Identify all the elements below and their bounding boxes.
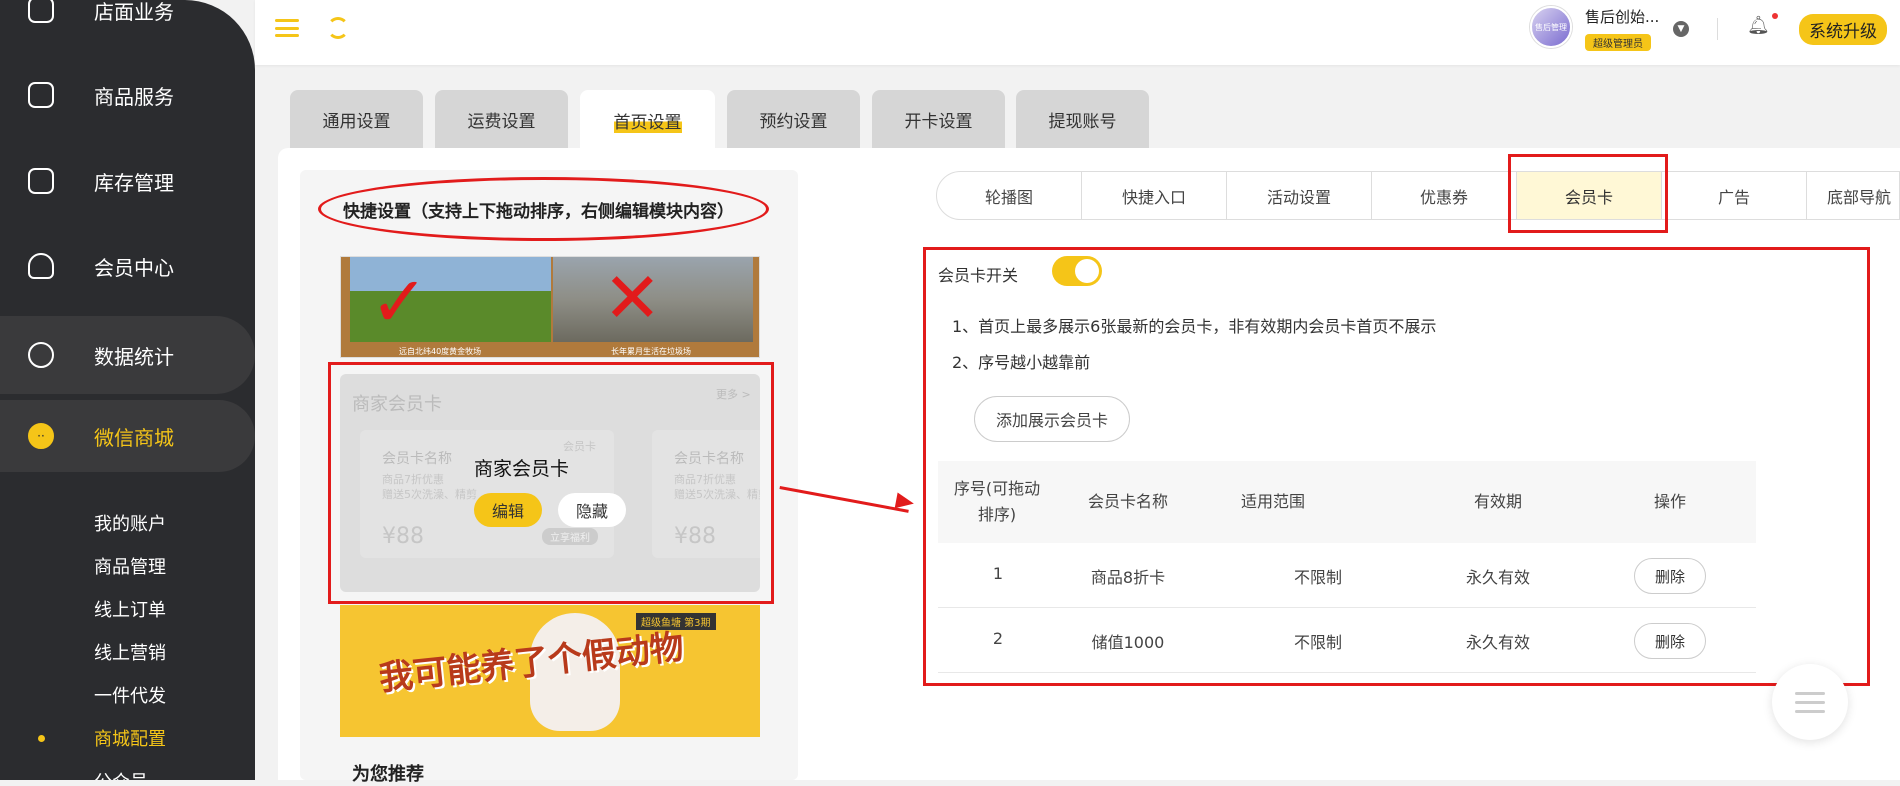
bag-icon	[28, 82, 54, 108]
cell-no: 2	[992, 629, 1004, 648]
subtab-coupon[interactable]: 优惠券	[1372, 172, 1517, 219]
column-header: 操作	[1653, 492, 1686, 511]
switch-label: 会员卡开关	[938, 266, 1019, 285]
toggle-knob	[1075, 259, 1099, 283]
sidebar-item-label: 库存管理	[94, 170, 174, 195]
cell-scope: 不限制	[1293, 633, 1342, 652]
tab-withdraw-account[interactable]: 提现账号	[1016, 90, 1149, 148]
cell-name: 储值1000	[1091, 633, 1165, 652]
avatar-text: 售后管理	[1535, 22, 1567, 32]
annotation-box	[328, 362, 774, 604]
wechat-icon: ··	[28, 423, 54, 449]
sidebar-item-label: 微信商城	[94, 425, 174, 450]
cell-scope: 不限制	[1293, 568, 1342, 587]
tab-shipping[interactable]: 运费设置	[435, 90, 568, 148]
subtab-carousel[interactable]: 轮播图	[937, 172, 1082, 219]
column-header: 适用范围	[1240, 492, 1305, 511]
cell-name: 商品8折卡	[1090, 568, 1166, 587]
recommend-title: 为您推荐	[352, 764, 424, 785]
upgrade-button[interactable]: 系统升级	[1799, 14, 1887, 45]
cross-mark: ✕	[603, 257, 662, 339]
tab-card-opening[interactable]: 开卡设置	[872, 90, 1005, 148]
notification-dot	[1772, 13, 1778, 19]
sidebar-item-label: 店面业务	[94, 0, 174, 24]
banner-caption: 远自北纬40度黄金牧场	[399, 347, 482, 356]
annotation-arrow-head	[894, 492, 916, 512]
sidebar-item-label: 数据统计	[94, 344, 174, 369]
banner-caption: 长年累月生活在垃圾场	[611, 347, 691, 356]
menu-icon[interactable]	[275, 19, 299, 37]
table-header: 序号(可拖动排序) 会员卡名称 适用范围 有效期 操作	[938, 461, 1756, 543]
table-row[interactable]: 2 储值1000 不限制 永久有效 删除	[938, 608, 1756, 673]
sub-item-mall-config[interactable]: 商城配置	[94, 725, 166, 751]
refresh-icon[interactable]	[327, 17, 349, 39]
sidebar-item-store[interactable]: 店面业务	[0, 0, 255, 46]
note-line: 2、序号越小越靠前	[952, 353, 1091, 372]
subtab-quick-entry[interactable]: 快捷入口	[1082, 172, 1227, 219]
tab-label: 运费设置	[467, 111, 536, 132]
sidebar-item-statistics[interactable]: 数据统计	[0, 316, 255, 394]
box-icon	[28, 168, 54, 194]
bell-icon[interactable]: 🔔︎	[1747, 15, 1770, 36]
subtab-bottom-nav[interactable]: 底部导航	[1807, 172, 1899, 219]
delete-button[interactable]: 删除	[1634, 558, 1706, 594]
sidebar-item-wechat-mall[interactable]: ·· 微信商城	[0, 400, 255, 472]
tab-label: 提现账号	[1048, 111, 1117, 132]
store-icon	[28, 0, 54, 23]
sidebar: 店面业务 商品服务 库存管理 会员中心 数据统计 ·· 微信商城 我的账户 商品…	[0, 0, 255, 780]
tab-label: 通用设置	[322, 111, 391, 132]
column-header: 会员卡名称	[1087, 492, 1168, 511]
sub-item-orders[interactable]: 线上订单	[94, 596, 166, 622]
cross-mark: ✓	[370, 261, 429, 343]
sub-item-official-account[interactable]: 公众号	[94, 768, 148, 780]
annotation-box	[1508, 154, 1668, 233]
column-header: 有效期	[1473, 492, 1522, 511]
poster-tag: 超级鱼塘 第3期	[636, 613, 716, 630]
sidebar-item-label: 商品服务	[94, 84, 174, 109]
sidebar-item-member[interactable]: 会员中心	[0, 230, 255, 302]
module-subtabs: 轮播图 快捷入口 活动设置 优惠券 会员卡 广告 底部导航	[936, 171, 1900, 220]
add-member-card-button[interactable]: 添加展示会员卡	[974, 396, 1130, 442]
cell-valid: 永久有效	[1465, 568, 1530, 587]
tab-booking[interactable]: 预约设置	[727, 90, 860, 148]
tab-label: 预约设置	[759, 111, 828, 132]
member-card-toggle[interactable]	[1052, 256, 1102, 286]
cow-image: ✓	[350, 257, 551, 342]
cell-valid: 永久有效	[1465, 633, 1530, 652]
top-bar: 售后管理 售后创始... 超级管理员 ▼ 🔔︎ 系统升级	[255, 0, 1900, 65]
sidebar-item-label: 会员中心	[94, 255, 174, 280]
sub-item-marketing[interactable]: 线上营销	[94, 639, 166, 665]
role-badge: 超级管理员	[1585, 34, 1651, 51]
tab-homepage[interactable]: 首页设置	[580, 90, 715, 150]
divider	[1717, 18, 1718, 40]
user-name[interactable]: 售后创始...	[1585, 6, 1659, 27]
chart-icon	[28, 342, 54, 368]
sidebar-item-inventory[interactable]: 库存管理	[0, 145, 255, 217]
member-icon	[28, 253, 54, 279]
subtab-ads[interactable]: 广告	[1662, 172, 1807, 219]
sub-item-dropship[interactable]: 一件代发	[94, 682, 166, 708]
sidebar-item-goods-service[interactable]: 商品服务	[0, 59, 255, 131]
tab-general[interactable]: 通用设置	[290, 90, 423, 148]
landfill-image: ✕	[553, 257, 753, 342]
active-dot	[38, 735, 45, 742]
annotation-ellipse	[318, 177, 769, 241]
avatar[interactable]: 售后管理	[1530, 6, 1572, 48]
sub-item-goods[interactable]: 商品管理	[94, 553, 166, 579]
column-header: 序号(可拖动排序)	[953, 479, 1041, 524]
tab-label: 开卡设置	[904, 111, 973, 132]
sub-item-account[interactable]: 我的账户	[94, 510, 166, 536]
cell-no: 1	[992, 564, 1004, 583]
delete-button[interactable]: 删除	[1634, 623, 1706, 659]
subtab-activity[interactable]: 活动设置	[1227, 172, 1372, 219]
tab-label: 首页设置	[613, 107, 682, 133]
chevron-down-icon[interactable]: ▼	[1673, 21, 1689, 37]
list-menu-icon[interactable]	[1772, 664, 1848, 740]
banner-module[interactable]: ✓ ✕ 远自北纬40度黄金牧场 长年累月生活在垃圾场	[340, 256, 760, 358]
note-line: 1、首页上最多展示6张最新的会员卡，非有效期内会员卡首页不展示	[952, 317, 1437, 336]
poster-module[interactable]: 我可能养了个假动物 超级鱼塘 第3期	[340, 605, 760, 737]
table-row[interactable]: 1 商品8折卡 不限制 永久有效 删除	[938, 543, 1756, 608]
